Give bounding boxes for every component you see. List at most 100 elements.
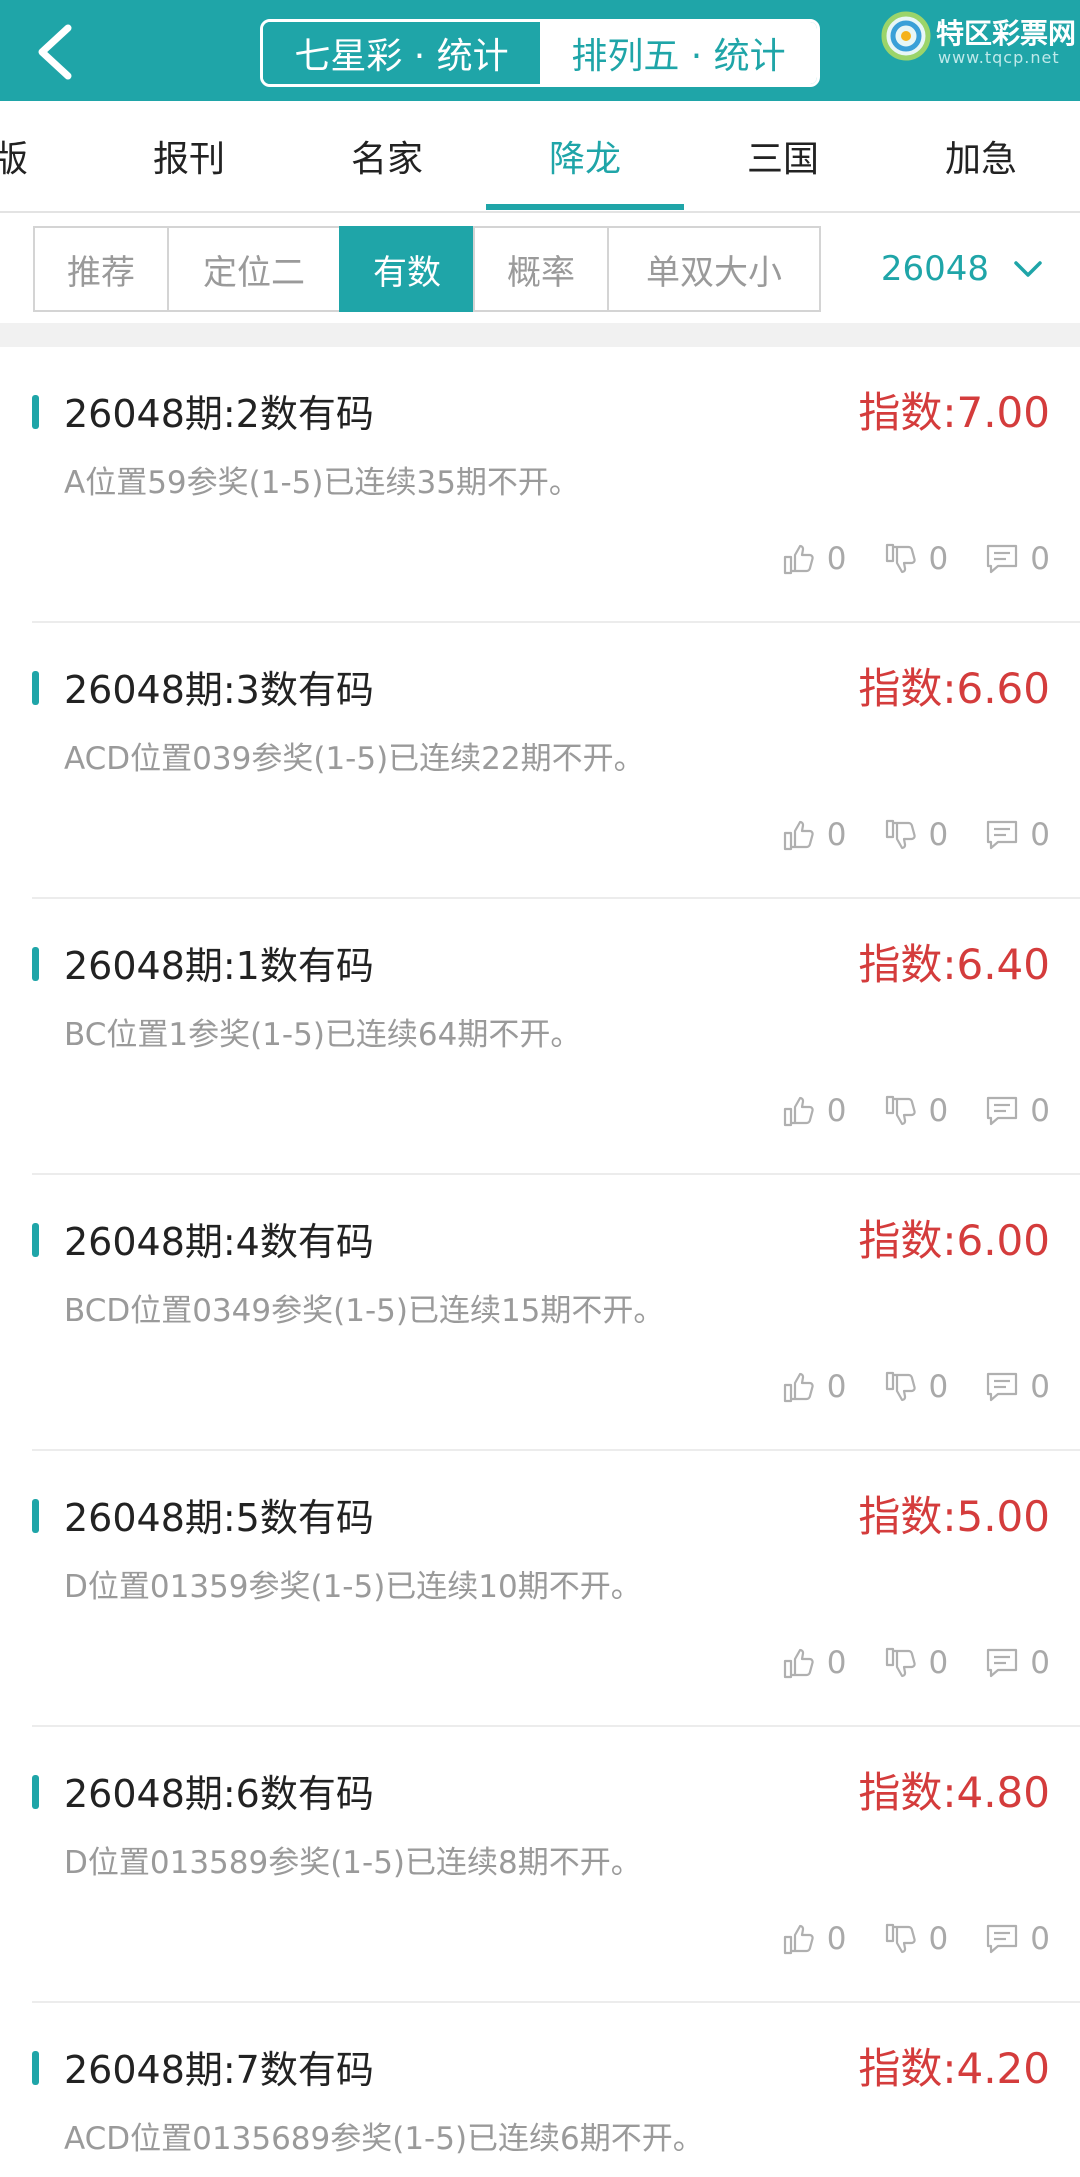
item-index-value: 指数:4.20 [858, 2044, 1050, 2093]
tab-ban[interactable]: 版 [0, 101, 50, 211]
filter-youshu[interactable]: 有数 [339, 226, 475, 312]
dislike-count: 0 [928, 1093, 949, 1129]
tab-baokan[interactable]: 报刊 [90, 101, 288, 211]
dislike-button[interactable]: 0 [883, 1093, 949, 1129]
filter-dingwei-er[interactable]: 定位二 [167, 226, 341, 312]
filter-gailv[interactable]: 概率 [473, 226, 609, 312]
logo-url: www.tqcp.net [938, 48, 1060, 67]
filter-danshuang-daxiao[interactable]: 单双大小 [607, 226, 821, 312]
item-index-value: 指数:6.40 [858, 940, 1050, 989]
list-item[interactable]: 26048期:2数有码 指数:7.00 A位置59参奖(1-5)已连续35期不开… [0, 347, 1080, 623]
comment-icon [987, 1648, 1018, 1678]
lottery-segmented-control: 七星彩 · 统计 排列五 · 统计 [260, 19, 820, 87]
item-accent-bar [32, 2051, 39, 2085]
comment-count: 0 [1030, 1369, 1050, 1405]
comment-count: 0 [1030, 541, 1050, 577]
comment-icon [987, 820, 1018, 850]
dislike-button[interactable]: 0 [883, 541, 949, 577]
like-count: 0 [826, 1369, 847, 1405]
thumbs-up-icon [783, 820, 814, 851]
like-button[interactable]: 0 [781, 1369, 847, 1405]
item-index-value: 指数:6.00 [858, 1216, 1050, 1265]
tab-jiaji[interactable]: 加急 [882, 101, 1080, 211]
item-description: BCD位置0349参奖(1-5)已连续15期不开。 [64, 1293, 665, 1329]
chevron-left-icon [38, 24, 72, 80]
filter-row: 推荐 定位二 有数 概率 单双大小 26048 [0, 213, 1080, 323]
item-actions: 0 0 0 [745, 1641, 1050, 1685]
list-item[interactable]: 26048期:4数有码 指数:6.00 BCD位置0349参奖(1-5)已连续1… [0, 1175, 1080, 1451]
like-button[interactable]: 0 [781, 541, 847, 577]
item-actions: 0 0 0 [745, 1365, 1050, 1409]
tab-qixingcai-stats[interactable]: 七星彩 · 统计 [263, 22, 540, 84]
item-actions: 0 0 0 [745, 813, 1050, 857]
comment-icon [987, 544, 1018, 574]
comment-count: 0 [1030, 1921, 1050, 1957]
like-button[interactable]: 0 [781, 817, 847, 853]
thumbs-up-icon [783, 1924, 814, 1955]
dislike-count: 0 [928, 541, 949, 577]
like-button[interactable]: 0 [781, 1645, 847, 1681]
comment-button[interactable]: 0 [984, 1921, 1050, 1957]
item-title: 26048期:3数有码 [64, 668, 374, 712]
comment-button[interactable]: 0 [984, 1369, 1050, 1405]
thumbs-down-icon [885, 819, 916, 850]
like-count: 0 [826, 1093, 847, 1129]
item-accent-bar [32, 671, 39, 705]
item-description: ACD位置039参奖(1-5)已连续22期不开。 [64, 741, 645, 777]
like-count: 0 [826, 817, 847, 853]
like-count: 0 [826, 1921, 847, 1957]
comment-button[interactable]: 0 [984, 817, 1050, 853]
list-item[interactable]: 26048期:5数有码 指数:5.00 D位置01359参奖(1-5)已连续10… [0, 1451, 1080, 1727]
filter-tuijian[interactable]: 推荐 [33, 226, 169, 312]
category-tabs: 版 报刊 名家 降龙 三国 加急 [0, 101, 1080, 213]
item-actions: 0 0 0 [745, 1089, 1050, 1133]
thumbs-down-icon [885, 543, 916, 574]
dislike-button[interactable]: 0 [883, 1921, 948, 1957]
item-title: 26048期:2数有码 [64, 392, 374, 436]
thumbs-up-icon [783, 1648, 814, 1679]
dislike-button[interactable]: 0 [883, 1369, 949, 1405]
list-item[interactable]: 26048期:1数有码 指数:6.40 BC位置1参奖(1-5)已连续64期不开… [0, 899, 1080, 1175]
prediction-list: 26048期:2数有码 指数:7.00 A位置59参奖(1-5)已连续35期不开… [0, 347, 1080, 2177]
comment-button[interactable]: 0 [984, 1645, 1050, 1681]
dislike-button[interactable]: 0 [883, 817, 949, 853]
like-button[interactable]: 0 [781, 1093, 847, 1129]
item-description: ACD位置0135689参奖(1-5)已连续6期不开。 [64, 2121, 704, 2157]
comment-button[interactable]: 0 [984, 1093, 1050, 1129]
thumbs-up-icon [783, 1372, 814, 1403]
like-count: 0 [826, 1645, 847, 1681]
comment-button[interactable]: 0 [984, 541, 1050, 577]
like-button[interactable]: 0 [781, 1921, 847, 1957]
top-bar: 七星彩 · 统计 排列五 · 统计 特区彩票网 www.tqcp.net [0, 0, 1080, 101]
item-description: D位置01359参奖(1-5)已连续10期不开。 [64, 1569, 642, 1605]
tab-mingjia[interactable]: 名家 [288, 101, 486, 211]
item-title: 26048期:6数有码 [64, 1772, 374, 1816]
list-item[interactable]: 26048期:6数有码 指数:4.80 D位置013589参奖(1-5)已连续8… [0, 1727, 1080, 2003]
item-index-value: 指数:4.80 [858, 1768, 1050, 1817]
item-title: 26048期:5数有码 [64, 1496, 374, 1540]
active-tab-indicator [486, 204, 684, 210]
back-button[interactable] [28, 22, 88, 82]
period-value: 26048 [880, 249, 990, 289]
dislike-count: 0 [928, 817, 949, 853]
comment-count: 0 [1030, 1093, 1050, 1129]
dislike-button[interactable]: 0 [883, 1645, 948, 1681]
comment-icon [987, 1924, 1018, 1954]
tab-pailiewu-stats[interactable]: 排列五 · 统计 [540, 22, 817, 84]
dislike-count: 0 [928, 1369, 949, 1405]
item-accent-bar [32, 395, 39, 429]
item-description: A位置59参奖(1-5)已连续35期不开。 [64, 465, 580, 501]
item-index-value: 指数:6.60 [858, 664, 1050, 713]
period-dropdown[interactable]: 26048 [862, 226, 1062, 312]
tab-sanguo[interactable]: 三国 [684, 101, 882, 211]
list-item[interactable]: 26048期:7数有码 指数:4.20 ACD位置0135689参奖(1-5)已… [0, 2003, 1080, 2177]
comment-count: 0 [1030, 1645, 1050, 1681]
item-accent-bar [32, 1499, 39, 1533]
logo-swirl-icon [881, 11, 931, 61]
item-title: 26048期:7数有码 [64, 2048, 374, 2092]
list-item[interactable]: 26048期:3数有码 指数:6.60 ACD位置039参奖(1-5)已连续22… [0, 623, 1080, 899]
tab-xianglong[interactable]: 降龙 [486, 101, 684, 211]
comment-icon [987, 1372, 1018, 1402]
thumbs-down-icon [885, 1371, 916, 1402]
comment-icon [987, 1096, 1018, 1126]
